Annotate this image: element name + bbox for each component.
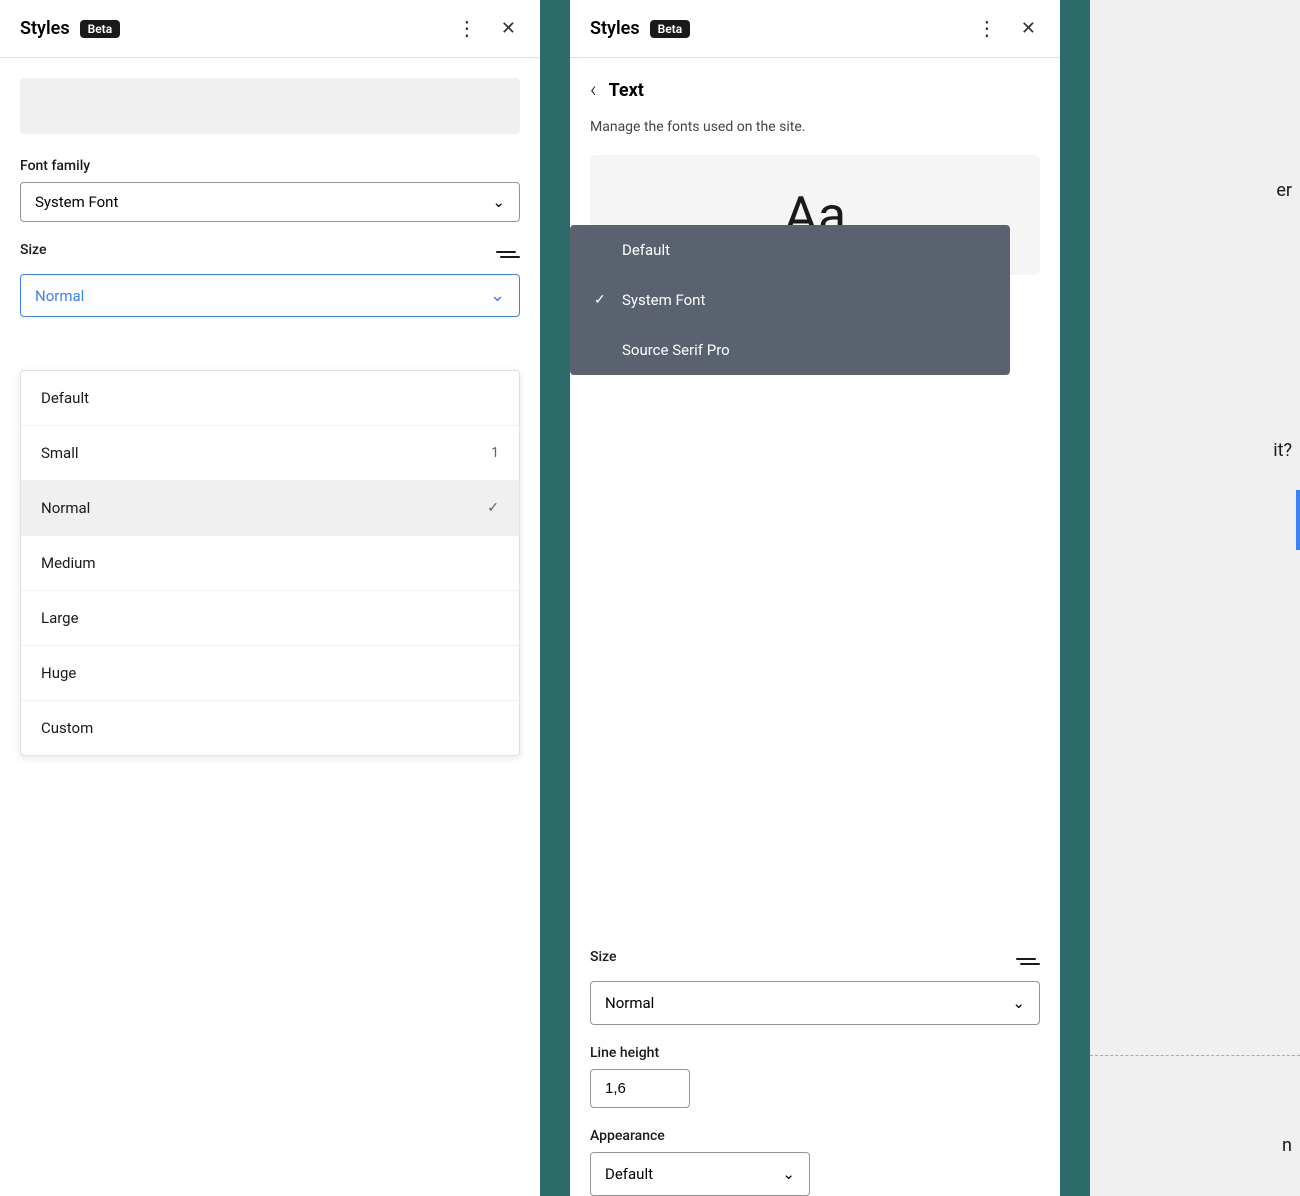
font-option-label: Source Serif Pro	[622, 341, 730, 359]
dropdown-item-normal[interactable]: Normal ✓	[21, 481, 519, 536]
dropdown-item-custom[interactable]: Custom	[21, 701, 519, 755]
small-value: 1	[491, 445, 499, 461]
gray-preview-block	[20, 78, 520, 134]
size-header: Size	[20, 242, 520, 266]
right-more-options-button[interactable]: ⋮	[973, 14, 1003, 43]
size-select[interactable]: Normal ⌄	[20, 274, 520, 317]
left-styles-label: Styles	[20, 18, 70, 39]
dropdown-item-small[interactable]: Small 1	[21, 426, 519, 481]
edge-text-er: er	[1276, 180, 1300, 201]
left-close-button[interactable]: ✕	[497, 16, 520, 41]
dropdown-item-default[interactable]: Default	[21, 371, 519, 426]
right-edge-area: er it? n	[1090, 0, 1300, 1196]
right-size-chevron-icon: ⌄	[1012, 994, 1025, 1012]
left-panel: Styles Beta ⋮ ✕ Font family System Font …	[0, 0, 540, 1196]
right-size-label: Size	[590, 949, 616, 965]
dropdown-item-label: Default	[41, 389, 89, 407]
font-option-system[interactable]: ✓ System Font	[570, 275, 1010, 325]
right-size-header: Size	[590, 949, 1040, 973]
right-beta-badge: Beta	[650, 20, 691, 38]
appearance-label: Appearance	[590, 1128, 1040, 1144]
left-more-options-button[interactable]: ⋮	[453, 14, 483, 43]
section-title: Text	[609, 80, 644, 101]
font-dropdown-overlay: Default ✓ System Font Source Serif Pro	[570, 225, 1010, 375]
font-family-value: System Font	[35, 193, 118, 211]
font-family-label: Font family	[20, 158, 520, 174]
font-family-chevron-icon: ⌄	[492, 193, 505, 211]
dropdown-item-label: Custom	[41, 719, 93, 737]
check-icon: ✓	[487, 500, 499, 516]
dropdown-item-label: Medium	[41, 554, 96, 572]
right-header-actions: ⋮ ✕	[973, 14, 1040, 43]
blue-highlight-bar	[1296, 490, 1300, 550]
right-panel-content: ‹ Text Manage the fonts used on the site…	[570, 58, 1060, 949]
dropdown-item-label: Large	[41, 609, 79, 627]
font-option-default[interactable]: Default	[570, 225, 1010, 275]
right-sliders-icon[interactable]	[1016, 958, 1040, 965]
appearance-value: Default	[605, 1165, 653, 1183]
appearance-chevron-icon: ⌄	[782, 1165, 795, 1183]
left-header-actions: ⋮ ✕	[453, 14, 520, 43]
back-nav: ‹ Text	[590, 78, 1040, 103]
right-size-select[interactable]: Normal ⌄	[590, 981, 1040, 1025]
size-chevron-icon: ⌄	[490, 285, 505, 306]
size-dropdown-list: Default Small 1 Normal ✓ Medium Large Hu…	[20, 370, 520, 756]
dropdown-item-label: Huge	[41, 664, 76, 682]
appearance-select[interactable]: Default ⌄	[590, 1152, 810, 1196]
size-value: Normal	[35, 287, 84, 305]
line-height-input[interactable]	[590, 1069, 690, 1108]
right-panel-title: Styles Beta	[590, 18, 690, 39]
check-icon: ✓	[594, 292, 610, 308]
right-controls: Size Normal ⌄ Line height Appearance Def…	[570, 949, 1060, 1196]
font-option-label: Default	[622, 241, 670, 259]
font-option-label: System Font	[622, 291, 705, 309]
dropdown-item-label: Normal	[41, 499, 90, 517]
right-styles-label: Styles	[590, 18, 640, 39]
dropdown-item-huge[interactable]: Huge	[21, 646, 519, 701]
teal-bar	[1060, 0, 1090, 1196]
sliders-icon[interactable]	[496, 251, 520, 258]
back-button[interactable]: ‹	[590, 78, 597, 103]
right-panel-header: Styles Beta ⋮ ✕	[570, 0, 1060, 58]
right-close-button[interactable]: ✕	[1017, 16, 1040, 41]
dashed-line	[1090, 1055, 1300, 1056]
left-panel-header: Styles Beta ⋮ ✕	[0, 0, 540, 58]
left-beta-badge: Beta	[80, 20, 121, 38]
right-panel: Styles Beta ⋮ ✕ ‹ Text Manage the fonts …	[570, 0, 1060, 1196]
dropdown-item-label: Small	[41, 444, 79, 462]
section-description: Manage the fonts used on the site.	[590, 119, 1040, 135]
edge-text-n: n	[1282, 1135, 1300, 1156]
dropdown-item-medium[interactable]: Medium	[21, 536, 519, 591]
spacer-1	[540, 0, 570, 1196]
right-size-value: Normal	[605, 994, 654, 1012]
left-panel-title: Styles Beta	[20, 18, 120, 39]
font-family-select[interactable]: System Font ⌄	[20, 182, 520, 222]
edge-text-it: it?	[1273, 440, 1300, 461]
font-option-source-serif[interactable]: Source Serif Pro	[570, 325, 1010, 375]
line-height-label: Line height	[590, 1045, 1040, 1061]
size-label: Size	[20, 242, 46, 258]
dropdown-item-large[interactable]: Large	[21, 591, 519, 646]
